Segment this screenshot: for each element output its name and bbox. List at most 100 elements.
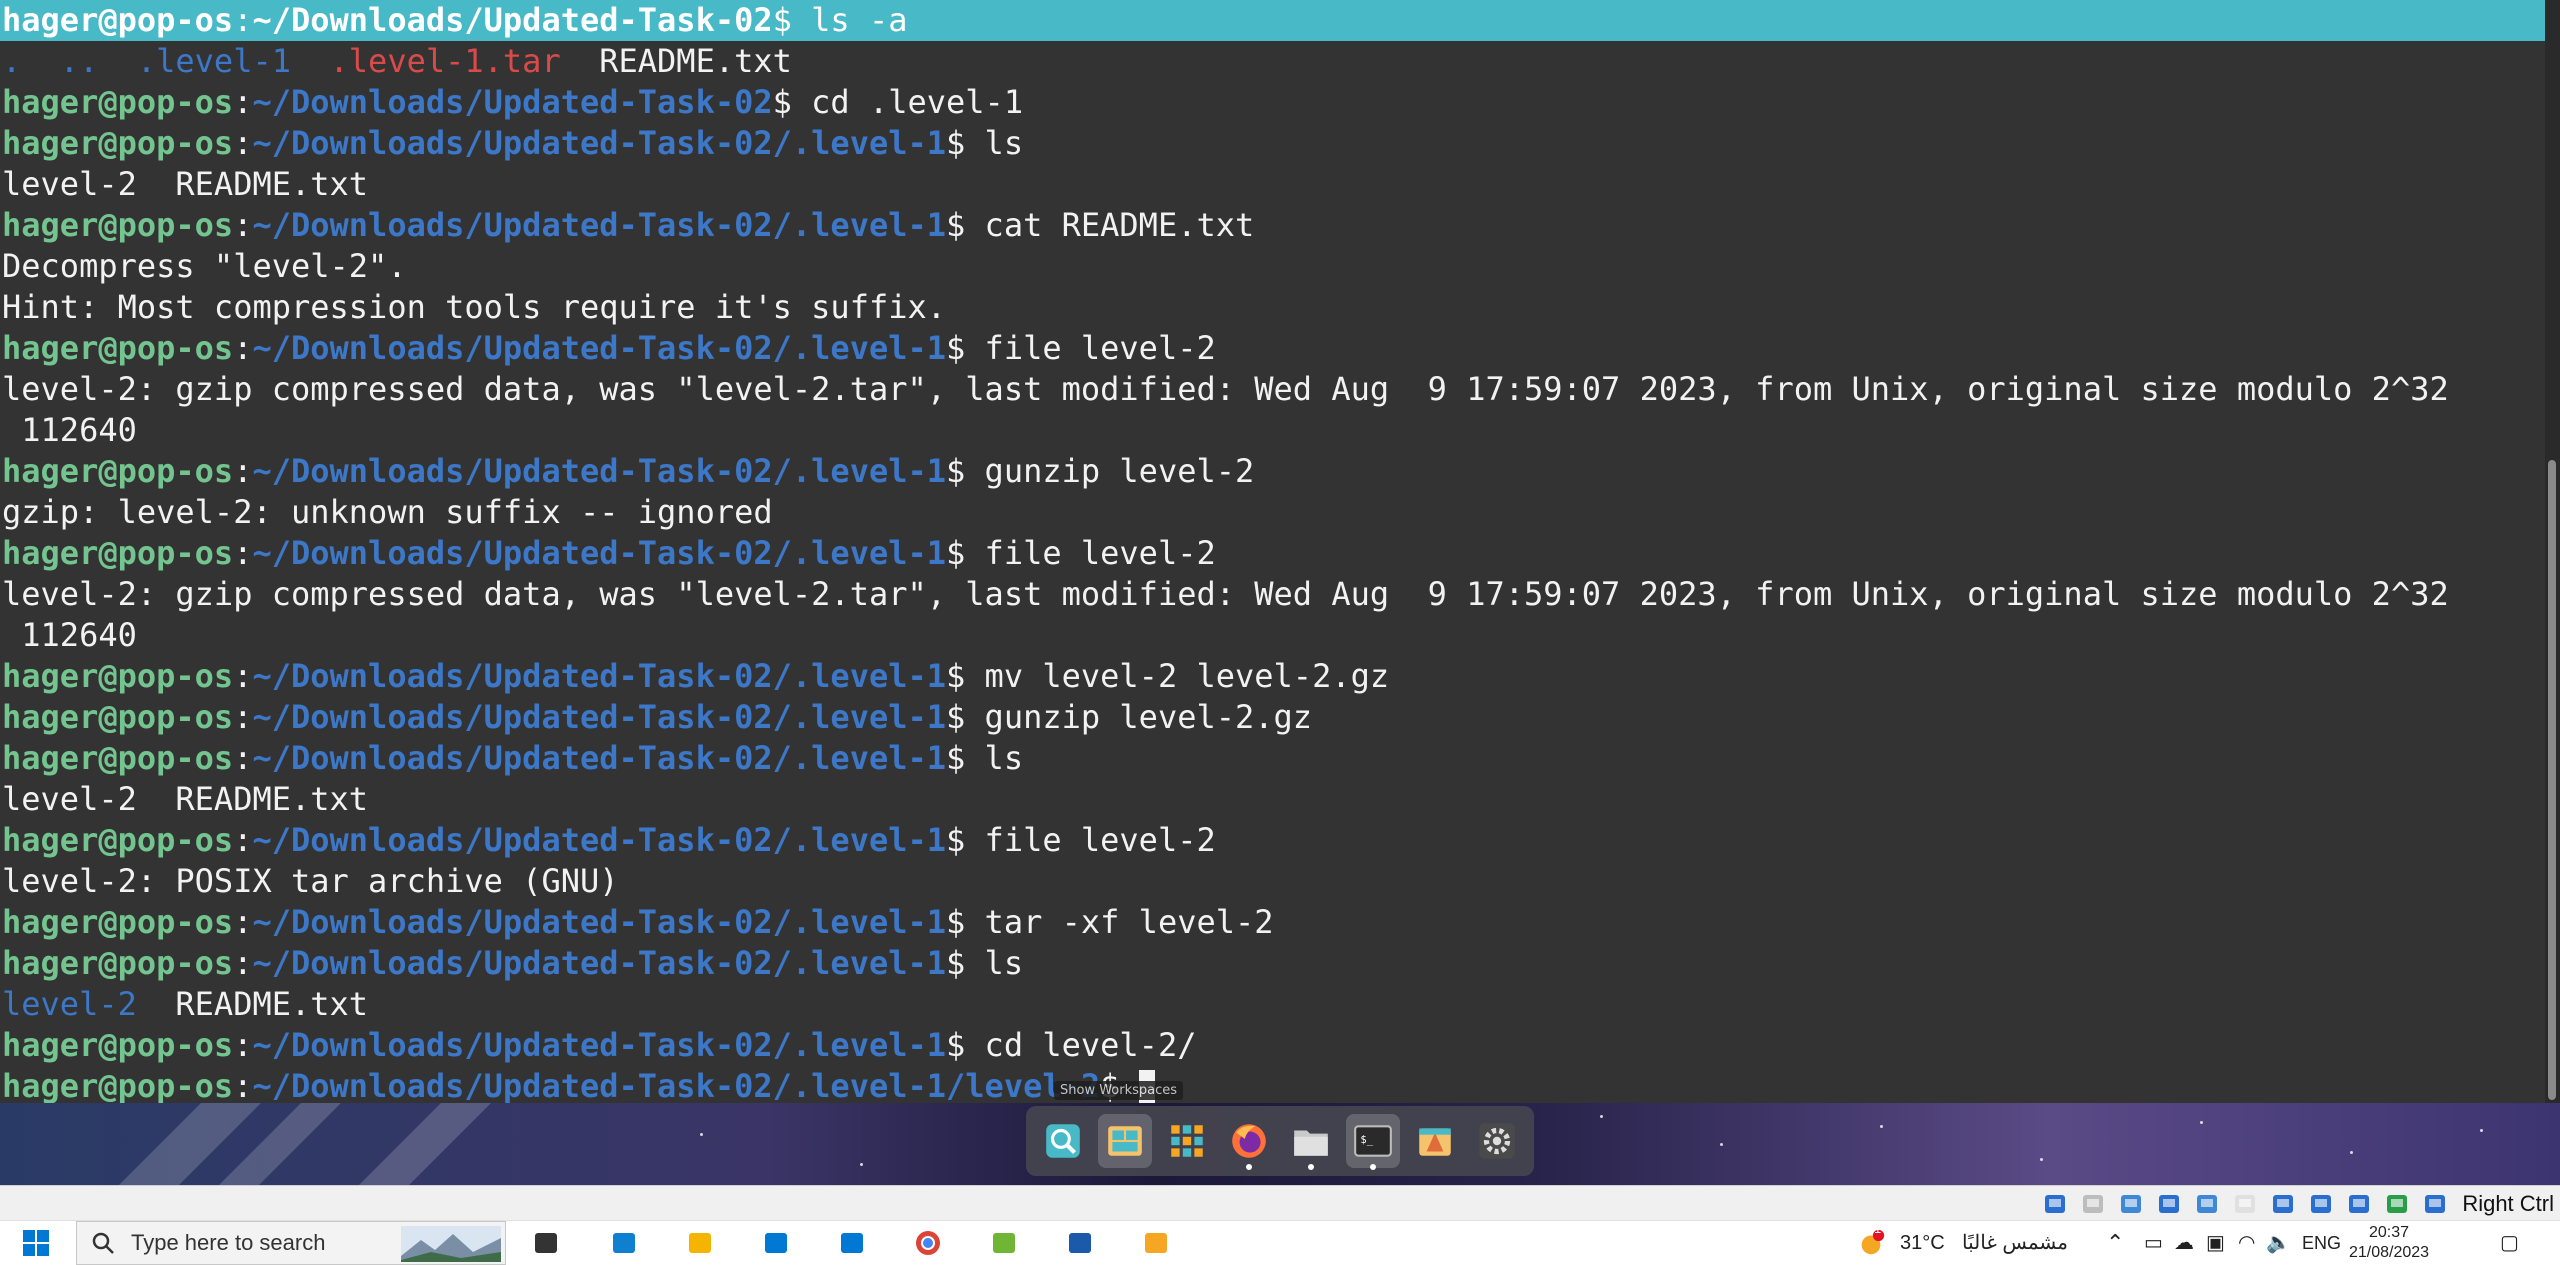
terminal-line: level-2: gzip compressed data, was "leve… xyxy=(0,369,2545,410)
prompt-user: hager@pop-os xyxy=(2,903,234,941)
command-text: $ file level-2 xyxy=(946,821,1216,859)
start-button[interactable] xyxy=(12,1221,60,1265)
search-icon xyxy=(92,1232,114,1254)
vt-x-icon[interactable] xyxy=(2344,1190,2374,1218)
terminal-line: Decompress "level-2". xyxy=(0,246,2545,287)
host-key-label[interactable]: Right Ctrl xyxy=(2462,1186,2554,1221)
recording-icon[interactable] xyxy=(2306,1190,2336,1218)
edge-taskbar-button[interactable] xyxy=(600,1221,648,1265)
dock-firefox[interactable] xyxy=(1222,1114,1276,1170)
files-icon xyxy=(1294,1130,1328,1156)
prompt-path: ~/Downloads/Updated-Task-02/.level-1 xyxy=(252,903,947,941)
output-text: level-2 README.txt xyxy=(2,780,369,818)
prompt-path: ~/Downloads/Updated-Task-02/.level-1 xyxy=(252,944,947,982)
terminal-line: hager@pop-os:~/Downloads/Updated-Task-02… xyxy=(0,0,2545,41)
wifi-icon[interactable]: ◠ xyxy=(2238,1221,2255,1265)
command-text: $ gunzip level-2 xyxy=(946,452,1255,490)
mouse-integration-icon[interactable] xyxy=(2382,1190,2412,1218)
output-text: level-2: POSIX tar archive (GNU) xyxy=(2,862,619,900)
network-icon[interactable] xyxy=(2154,1190,2184,1218)
onedrive-icon[interactable]: ☁ xyxy=(2174,1221,2194,1265)
download-icon[interactable] xyxy=(2420,1190,2450,1218)
usb-icon[interactable] xyxy=(2192,1190,2222,1218)
task-view-icon xyxy=(535,1233,557,1253)
prompt-separator: : xyxy=(233,452,253,490)
optical-icon[interactable] xyxy=(2078,1190,2108,1218)
terminal-line: hager@pop-os:~/Downloads/Updated-Task-02… xyxy=(0,1066,2545,1103)
shared-folder-icon[interactable] xyxy=(2230,1190,2260,1218)
prompt-user: hager@pop-os xyxy=(2,657,234,695)
prompt-user: hager@pop-os xyxy=(2,124,234,162)
ls-gap xyxy=(21,42,60,80)
app2-icon xyxy=(1145,1233,1167,1253)
file-explorer-icon xyxy=(689,1233,711,1253)
prompt-separator: : xyxy=(233,903,253,941)
taskbar-search[interactable]: Type here to search xyxy=(76,1221,506,1265)
prompt-separator: : xyxy=(233,534,253,572)
command-text: $ ls xyxy=(946,944,1024,982)
prompt-separator: : xyxy=(233,657,253,695)
terminal-window[interactable]: hager@pop-os:~/Downloads/Updated-Task-02… xyxy=(0,0,2545,1103)
dock-app-grid[interactable] xyxy=(1160,1114,1214,1168)
task-view-taskbar-button[interactable] xyxy=(522,1221,570,1265)
ls-entry: .level-1.tar xyxy=(329,42,561,80)
weather-text[interactable]: مشمس غالبًا xyxy=(1962,1221,2068,1265)
terminal-line: hager@pop-os:~/Downloads/Updated-Task-02… xyxy=(0,697,2545,738)
terminal-line: hager@pop-os:~/Downloads/Updated-Task-02… xyxy=(0,902,2545,943)
prompt-user: hager@pop-os xyxy=(2,944,234,982)
ls-entry: README.txt xyxy=(136,985,369,1023)
mail-icon xyxy=(841,1233,863,1253)
virtualbox-icon xyxy=(1069,1233,1091,1253)
dock-workspaces[interactable] xyxy=(1098,1114,1152,1168)
dock-files[interactable] xyxy=(1284,1114,1338,1170)
prompt-separator: : xyxy=(233,329,253,367)
temperature[interactable]: 31°C xyxy=(1900,1221,1945,1265)
mail-taskbar-button[interactable] xyxy=(828,1221,876,1265)
clock-date: 21/08/2023 xyxy=(2348,1244,2430,1261)
network-drive-icon[interactable]: ▭ xyxy=(2144,1221,2163,1265)
app2-taskbar-button[interactable] xyxy=(1132,1221,1180,1265)
weather-widget[interactable] xyxy=(1856,1221,1886,1265)
language-indicator[interactable]: ENG xyxy=(2302,1221,2341,1265)
prompt-path: ~/Downloads/Updated-Task-02/.level-1 xyxy=(252,739,947,777)
ls-gap xyxy=(291,42,330,80)
file-explorer-taskbar-button[interactable] xyxy=(676,1221,724,1265)
dock-terminal[interactable]: $_ xyxy=(1346,1114,1400,1170)
terminal-scrollbar[interactable] xyxy=(2545,0,2560,1103)
volume-icon[interactable]: 🔈 xyxy=(2266,1221,2291,1265)
prompt-separator: : xyxy=(233,1026,253,1064)
terminal-line: level-2: gzip compressed data, was "leve… xyxy=(0,574,2545,615)
display-icon[interactable] xyxy=(2268,1190,2298,1218)
command-text: $ mv level-2 level-2.gz xyxy=(946,657,1390,695)
prompt-user: hager@pop-os xyxy=(2,1067,234,1103)
audio-icon[interactable] xyxy=(2116,1190,2146,1218)
prompt-user: hager@pop-os xyxy=(2,1,234,39)
store-taskbar-button[interactable] xyxy=(752,1221,800,1265)
prompt-path: ~/Downloads/Updated-Task-02/.level-1 xyxy=(252,1026,947,1064)
clock[interactable]: 20:37 21/08/2023 xyxy=(2346,1223,2432,1263)
notification-icon[interactable]: ▢ xyxy=(2500,1221,2519,1265)
dock-settings[interactable] xyxy=(1470,1114,1524,1168)
disk-icon[interactable] xyxy=(2040,1190,2070,1218)
store-icon xyxy=(765,1233,787,1253)
app-taskbar-button[interactable] xyxy=(980,1221,1028,1265)
command-text: $ file level-2 xyxy=(946,534,1216,572)
output-text: level-2: gzip compressed data, was "leve… xyxy=(2,575,2449,613)
prompt-user: hager@pop-os xyxy=(2,206,234,244)
prompt-separator: : xyxy=(233,83,253,121)
chevron-up-icon[interactable]: ⌃ xyxy=(2106,1221,2124,1265)
dock-search[interactable] xyxy=(1036,1114,1090,1168)
display-icon[interactable]: ▣ xyxy=(2206,1221,2225,1265)
dock-shop[interactable] xyxy=(1408,1114,1462,1168)
prompt-user: hager@pop-os xyxy=(2,739,234,777)
scrollbar-thumb[interactable] xyxy=(2548,460,2556,1100)
chrome-icon xyxy=(916,1231,940,1255)
svg-text:$_: $_ xyxy=(1360,1134,1373,1146)
command-text: $ file level-2 xyxy=(946,329,1216,367)
ls-entry: . xyxy=(2,42,22,80)
chrome-taskbar-button[interactable] xyxy=(904,1221,952,1265)
command-text: $ tar -xf level-2 xyxy=(946,903,1274,941)
virtualbox-taskbar-button[interactable] xyxy=(1056,1221,1104,1265)
prompt-path: ~/Downloads/Updated-Task-02/.level-1 xyxy=(252,821,947,859)
terminal-line: . .. .level-1 .level-1.tar README.txt xyxy=(0,41,2545,82)
